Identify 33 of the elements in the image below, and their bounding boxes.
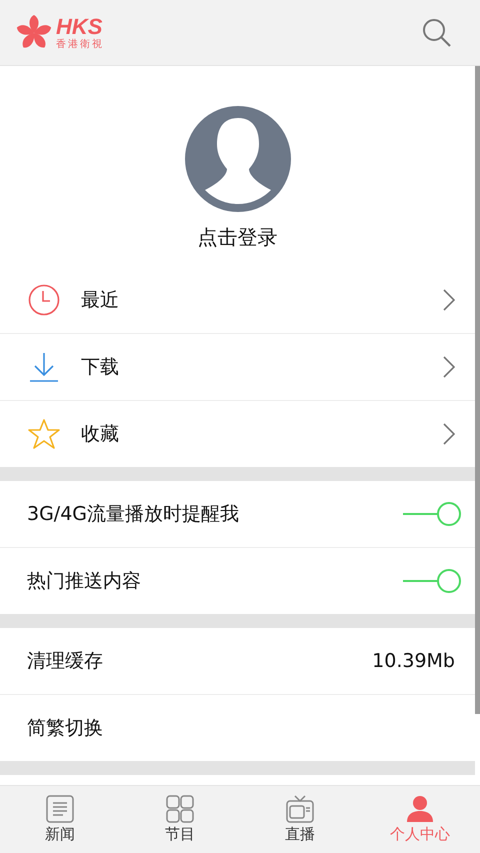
toggle-switch[interactable] <box>403 501 461 527</box>
setting-label: 简繁切换 <box>27 716 104 741</box>
tab[interactable]: 直播 <box>240 786 360 853</box>
menu-label: 最近 <box>81 288 120 313</box>
menu-label: 收藏 <box>81 422 120 447</box>
setting-label: 热门推送内容 <box>27 569 142 594</box>
chevron-icon <box>443 423 455 445</box>
clock-icon <box>27 284 61 316</box>
setting-label: 清理缓存 <box>27 649 104 674</box>
menu-item[interactable]: 下载 <box>0 333 475 400</box>
cache-size: 10.39Mb <box>372 650 455 672</box>
menu-label: 下载 <box>81 355 120 380</box>
chevron-icon <box>443 356 455 378</box>
news-icon <box>46 795 74 823</box>
download-icon <box>27 351 61 383</box>
tab[interactable]: 节目 <box>120 786 240 853</box>
avatar-icon[interactable] <box>184 106 290 212</box>
grid-icon <box>166 795 194 823</box>
tv-icon <box>286 795 314 823</box>
logo-text: HKS <box>56 16 102 38</box>
login-button[interactable]: 点击登录 <box>192 222 284 253</box>
star-icon <box>27 418 61 450</box>
scrollbar[interactable] <box>475 66 480 714</box>
setting-label: 3G/4G流量播放时提醒我 <box>27 502 240 527</box>
person-icon <box>406 795 434 823</box>
tab[interactable]: 新闻 <box>0 786 120 853</box>
search-icon[interactable] <box>422 18 452 48</box>
menu-item[interactable]: 最近 <box>0 267 475 333</box>
settings-item[interactable]: 3G/4G流量播放时提醒我 <box>0 481 475 547</box>
chevron-icon <box>443 289 455 311</box>
logo-subtitle: 香港衛視 <box>56 40 104 50</box>
settings-item[interactable]: 清理缓存 10.39Mb <box>0 628 475 694</box>
toggle-switch[interactable] <box>403 568 461 594</box>
